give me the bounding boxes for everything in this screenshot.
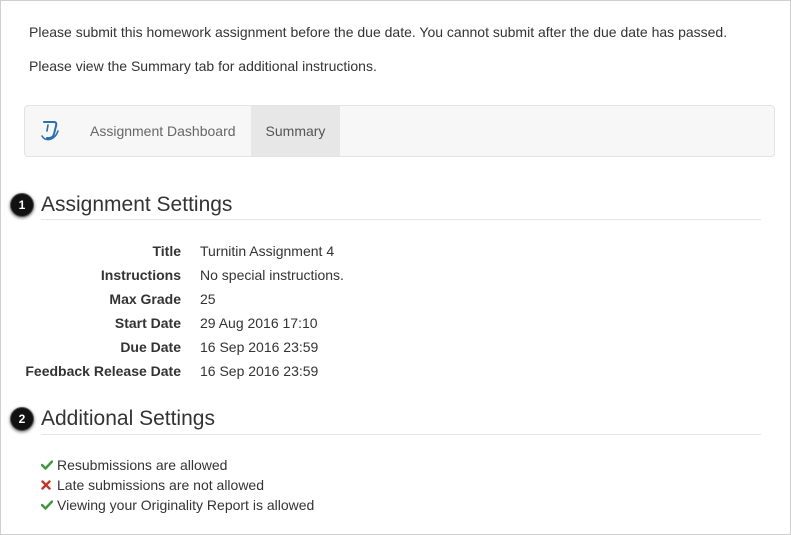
setting-value: 25 — [200, 291, 216, 307]
section-divider — [41, 434, 761, 435]
setting-label: Due Date — [120, 339, 181, 355]
setting-row-start-date: Start Date 29 Aug 2016 17:10 — [1, 311, 601, 335]
step-badge-1: 1 — [10, 193, 34, 217]
assignment-settings-list: Title Turnitin Assignment 4 Instructions… — [1, 239, 601, 383]
list-item-resubmissions: Resubmissions are allowed — [41, 455, 314, 475]
setting-value: Turnitin Assignment 4 — [200, 243, 335, 259]
setting-row-instructions: Instructions No special instructions. — [1, 263, 601, 287]
check-icon — [41, 498, 56, 512]
intro-text-due-date: Please submit this homework assignment b… — [29, 24, 728, 40]
assignment-navbar: Assignment Dashboard Summary — [24, 105, 775, 157]
status-text: Viewing your Originality Report is allow… — [57, 497, 315, 513]
setting-row-due-date: Due Date 16 Sep 2016 23:59 — [1, 335, 601, 359]
setting-label: Max Grade — [109, 291, 181, 307]
setting-value: 16 Sep 2016 23:59 — [200, 339, 319, 355]
step-badge-2: 2 — [10, 407, 34, 431]
setting-label: Title — [152, 243, 181, 259]
list-item-originality-report: Viewing your Originality Report is allow… — [41, 495, 314, 515]
setting-value: 16 Sep 2016 23:59 — [200, 363, 319, 379]
setting-value: 29 Aug 2016 17:10 — [200, 315, 318, 331]
tab-summary[interactable]: Summary — [250, 106, 341, 156]
setting-row-max-grade: Max Grade 25 — [1, 287, 601, 311]
assignment-settings-heading: Assignment Settings — [41, 193, 233, 216]
setting-label: Start Date — [114, 315, 181, 331]
list-item-late-submissions: Late submissions are not allowed — [41, 475, 314, 495]
setting-label: Instructions — [100, 267, 181, 283]
setting-row-title: Title Turnitin Assignment 4 — [1, 239, 601, 263]
section-divider — [41, 219, 761, 220]
content-frame: Please submit this homework assignment b… — [0, 0, 791, 535]
setting-label: Feedback Release Date — [25, 363, 181, 379]
setting-value: No special instructions. — [200, 267, 344, 283]
check-icon — [41, 458, 56, 472]
additional-settings-list: Resubmissions are allowed Late submissio… — [41, 455, 314, 515]
setting-row-feedback-release-date: Feedback Release Date 16 Sep 2016 23:59 — [1, 359, 601, 383]
additional-settings-heading: Additional Settings — [41, 407, 215, 430]
cross-icon — [41, 478, 56, 492]
status-text: Resubmissions are allowed — [57, 457, 228, 473]
intro-text-summary-hint: Please view the Summary tab for addition… — [29, 58, 377, 74]
turnitin-logo-icon — [25, 106, 75, 156]
status-text: Late submissions are not allowed — [57, 477, 265, 493]
tab-assignment-dashboard[interactable]: Assignment Dashboard — [75, 106, 251, 156]
